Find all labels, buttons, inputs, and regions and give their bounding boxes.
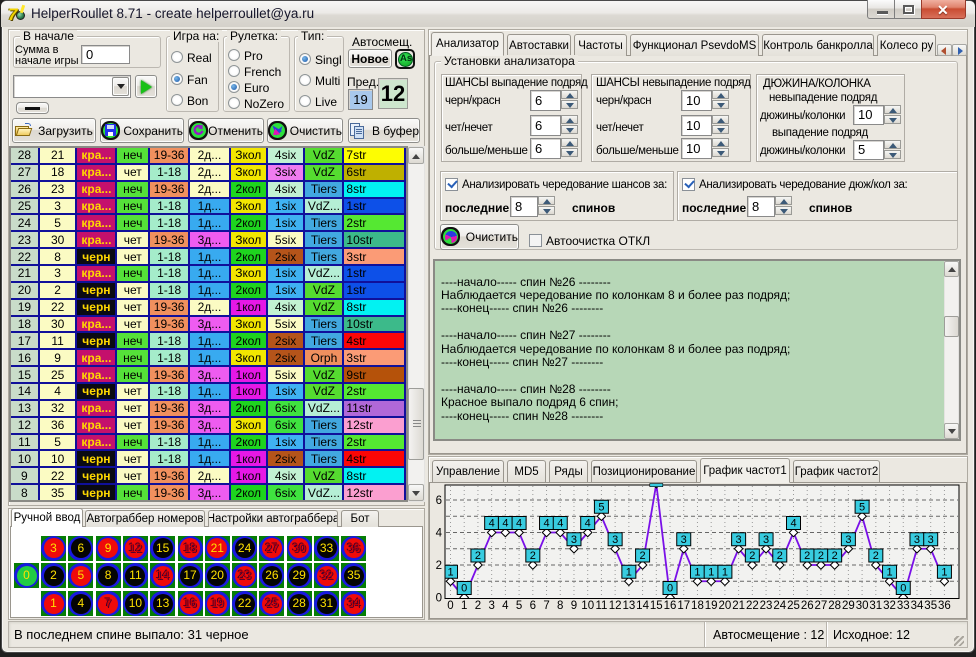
svg-text:6: 6	[436, 495, 442, 507]
svg-text:3: 3	[612, 534, 618, 546]
svg-text:12: 12	[609, 600, 622, 612]
svg-text:4: 4	[502, 518, 508, 530]
svg-text:4: 4	[436, 528, 443, 540]
svg-text:3: 3	[571, 534, 577, 546]
svg-text:26: 26	[801, 600, 814, 612]
svg-text:3: 3	[845, 534, 851, 546]
svg-text:14: 14	[636, 600, 649, 612]
svg-text:4: 4	[585, 518, 591, 530]
svg-text:2: 2	[777, 550, 783, 562]
svg-text:4: 4	[489, 518, 495, 530]
svg-text:31: 31	[869, 600, 882, 612]
svg-text:16: 16	[664, 600, 677, 612]
svg-text:1: 1	[941, 566, 947, 578]
svg-text:23: 23	[760, 600, 773, 612]
svg-text:19: 19	[705, 600, 718, 612]
svg-text:20: 20	[719, 600, 732, 612]
svg-text:15: 15	[650, 600, 663, 612]
svg-text:2: 2	[475, 550, 481, 562]
svg-text:18: 18	[691, 600, 704, 612]
svg-text:5: 5	[516, 600, 522, 612]
svg-text:4: 4	[516, 518, 522, 530]
svg-text:2: 2	[832, 550, 838, 562]
svg-text:0: 0	[436, 593, 442, 605]
svg-text:36: 36	[938, 600, 951, 612]
svg-text:28: 28	[828, 600, 841, 612]
svg-text:7: 7	[543, 600, 549, 612]
svg-text:1: 1	[461, 600, 467, 612]
svg-text:3: 3	[736, 534, 742, 546]
svg-text:3: 3	[763, 534, 769, 546]
svg-text:22: 22	[746, 600, 759, 612]
svg-text:17: 17	[677, 600, 690, 612]
svg-text:5: 5	[859, 501, 865, 513]
svg-text:6: 6	[530, 600, 536, 612]
svg-text:33: 33	[897, 600, 910, 612]
svg-text:5: 5	[598, 501, 604, 513]
svg-text:1: 1	[886, 566, 892, 578]
svg-text:2: 2	[436, 560, 442, 572]
svg-text:1: 1	[708, 566, 714, 578]
svg-text:1: 1	[626, 566, 632, 578]
svg-text:3: 3	[928, 534, 934, 546]
svg-text:3: 3	[914, 534, 920, 546]
svg-text:1: 1	[447, 566, 453, 578]
svg-text:2: 2	[818, 550, 824, 562]
svg-text:3: 3	[488, 600, 494, 612]
svg-text:35: 35	[924, 600, 937, 612]
svg-text:32: 32	[883, 600, 896, 612]
svg-text:0: 0	[900, 583, 906, 595]
svg-text:27: 27	[815, 600, 828, 612]
svg-text:29: 29	[842, 600, 855, 612]
svg-text:30: 30	[856, 600, 869, 612]
svg-text:8: 8	[557, 600, 563, 612]
svg-text:4: 4	[502, 600, 509, 612]
svg-text:10: 10	[581, 600, 594, 612]
svg-text:2: 2	[804, 550, 810, 562]
svg-text:4: 4	[557, 518, 563, 530]
svg-text:24: 24	[773, 600, 786, 612]
svg-text:0: 0	[667, 583, 673, 595]
svg-text:25: 25	[787, 600, 800, 612]
svg-text:2: 2	[640, 550, 646, 562]
svg-text:2: 2	[530, 550, 536, 562]
svg-text:4: 4	[790, 518, 796, 530]
svg-text:21: 21	[732, 600, 745, 612]
svg-text:9: 9	[571, 600, 577, 612]
svg-text:11: 11	[595, 600, 607, 612]
svg-text:2: 2	[873, 550, 879, 562]
svg-text:4: 4	[543, 518, 549, 530]
svg-text:3: 3	[681, 534, 687, 546]
svg-text:0: 0	[461, 583, 467, 595]
svg-text:0: 0	[447, 600, 453, 612]
svg-text:1: 1	[694, 566, 700, 578]
svg-text:13: 13	[622, 600, 635, 612]
svg-text:2: 2	[475, 600, 481, 612]
svg-text:34: 34	[911, 600, 924, 612]
svg-text:2: 2	[749, 550, 755, 562]
svg-text:1: 1	[722, 566, 728, 578]
